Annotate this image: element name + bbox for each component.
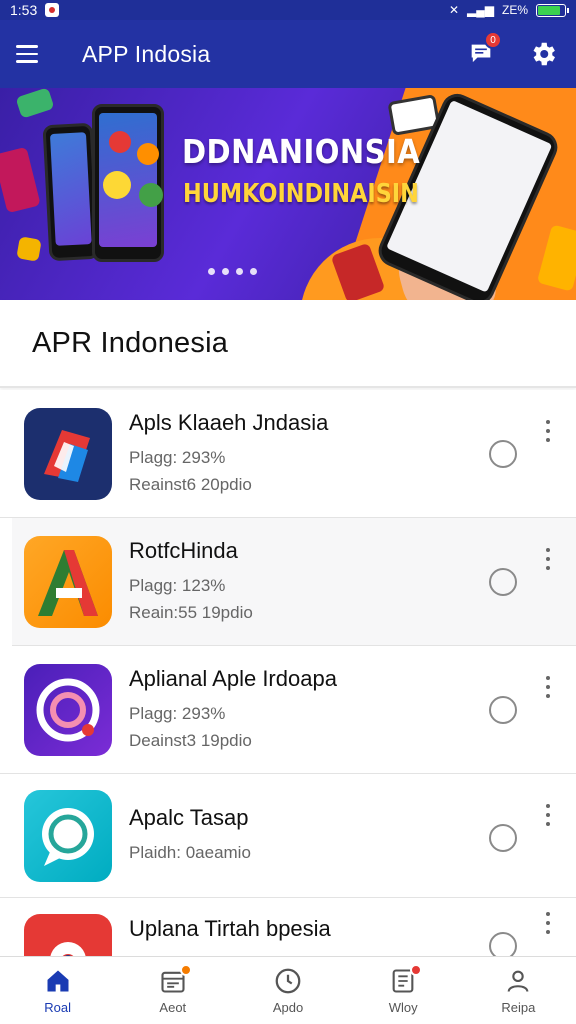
app-title: Uplana Tirtah bpesia [129, 916, 331, 941]
chat-badge: 0 [484, 31, 502, 49]
nav-label: Apdo [272, 1000, 304, 1015]
home-icon [43, 966, 73, 996]
nav-profile[interactable]: Reipa [461, 957, 576, 1024]
letter-a-icon [24, 535, 112, 628]
app-details: Reain:55 19pdio [129, 602, 253, 622]
status-bar: 1:53 ✕ ▂▄▆ ZE% [0, 0, 576, 20]
red-blue-square-icon [24, 407, 112, 500]
nav-label: Reipa [501, 1000, 536, 1015]
decor-tile [15, 88, 55, 119]
settings-button[interactable] [526, 37, 560, 71]
list-item[interactable]: Uplana Tirtah bpesia [0, 898, 576, 956]
carousel-dot[interactable] [208, 268, 215, 275]
app-title: APP Indosia [82, 40, 211, 67]
chat-button[interactable]: 0 [464, 31, 502, 71]
hamburger-menu-icon[interactable] [16, 36, 52, 72]
decor-tile [16, 236, 42, 262]
nav-label: Wloy [388, 1000, 418, 1015]
nav-home[interactable]: Roal [0, 957, 115, 1024]
bottom-navigation: Roal Aeot Apdo Wloy Reipa [0, 956, 576, 1024]
app-rating: Plagg: 293% [129, 447, 226, 467]
carousel-indicator[interactable] [208, 268, 257, 275]
carousel-dot[interactable] [236, 268, 243, 275]
battery-icon [536, 3, 569, 17]
more-options-icon[interactable] [544, 420, 552, 442]
battery-level [538, 5, 561, 15]
clock-icon [273, 966, 303, 996]
more-options-icon[interactable] [544, 676, 552, 698]
app-rating: Plagg: 123% [129, 575, 226, 595]
person-icon [503, 966, 533, 996]
more-options-icon[interactable] [544, 548, 552, 570]
more-options-icon[interactable] [544, 912, 552, 934]
notification-icon [45, 3, 60, 17]
purple-ring-icon [24, 663, 112, 756]
nav-aeot[interactable]: Aeot [115, 957, 230, 1024]
gear-icon [533, 42, 555, 66]
document-icon [388, 964, 423, 996]
app-list[interactable]: Apls Klaaeh Jndasia Plagg: 293% Reainst6… [0, 390, 576, 956]
nav-badge [410, 964, 423, 976]
select-radio[interactable] [489, 932, 517, 956]
more-options-icon[interactable] [544, 804, 552, 826]
nav-badge [179, 964, 192, 976]
app-details: Deainst3 19pdio [129, 730, 252, 750]
app-bar: APP Indosia 0 [0, 20, 576, 88]
select-radio[interactable] [489, 440, 517, 468]
promo-banner[interactable]: DDNANIONSIA HUMKOINDINAISIN [0, 88, 576, 300]
chat-bubble-icon [24, 789, 112, 882]
app-details: Reainst6 20pdio [129, 474, 252, 494]
app-title: Apls Klaaeh Jndasia [129, 409, 329, 435]
list-item[interactable]: Apalc Tasap Plaidh: 0aeamio [0, 774, 576, 898]
app-title: RotfcHinda [129, 537, 238, 563]
select-radio[interactable] [489, 568, 517, 596]
section-header: APR Indonesia [0, 300, 576, 388]
list-item[interactable]: RotfcHinda Plagg: 123% Reain:55 19pdio [12, 518, 576, 646]
list-item[interactable]: Aplianal Aple Irdoapa Plagg: 293% Deains… [0, 646, 576, 774]
phone-illustration [42, 122, 100, 262]
carousel-dot[interactable] [222, 268, 229, 275]
nav-wloy[interactable]: Wloy [346, 957, 461, 1024]
signal-icon: ▂▄▆ [467, 3, 494, 17]
app-title: Apalc Tasap [129, 805, 249, 830]
app-title: Aplianal Aple Irdoapa [129, 665, 337, 691]
select-radio[interactable] [489, 824, 517, 852]
calendar-icon [158, 964, 192, 996]
nav-label: Aeot [159, 1000, 187, 1015]
status-time: 1:53 [10, 2, 38, 18]
decor-tile [0, 146, 41, 214]
section-title: APR Indonesia [32, 326, 229, 359]
list-item[interactable]: Apls Klaaeh Jndasia Plagg: 293% Reainst6… [0, 390, 576, 518]
nav-label: Roal [44, 1000, 71, 1015]
select-radio[interactable] [489, 696, 517, 724]
banner-subtitle: HUMKOINDINAISIN [183, 179, 419, 209]
app-rating: Plagg: 293% [129, 703, 226, 723]
battery-text: ZE% [501, 3, 528, 17]
banner-title: DDNANIONSIA [182, 132, 421, 171]
red-arch-icon [24, 914, 112, 956]
phone-illustration [92, 104, 164, 262]
carousel-dot[interactable] [250, 268, 257, 275]
app-details: Plaidh: 0aeamio [129, 843, 251, 862]
mute-icon: ✕ [448, 3, 460, 17]
app-actions: 0 [464, 31, 560, 71]
nav-apdo[interactable]: Apdo [230, 957, 345, 1024]
status-indicators: ✕ ▂▄▆ ZE% [448, 3, 569, 17]
